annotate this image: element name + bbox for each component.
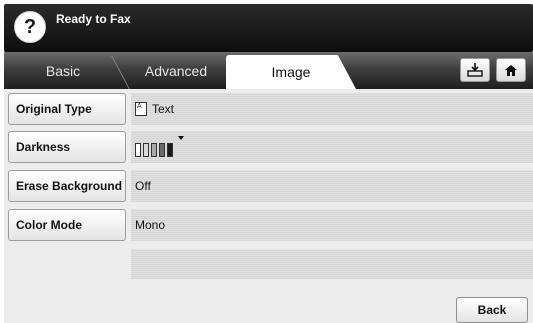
erase-background-value: Off — [131, 170, 533, 202]
darkness-button[interactable]: Darkness — [8, 131, 126, 163]
tab-advanced[interactable]: Advanced — [122, 52, 230, 89]
erase-background-text: Off — [135, 179, 151, 193]
home-button[interactable] — [496, 58, 526, 82]
color-mode-value: Mono — [131, 209, 533, 241]
status-bar: ? Ready to Fax — [4, 4, 533, 52]
tab-image[interactable]: Image — [226, 55, 356, 89]
color-mode-text: Mono — [135, 218, 166, 232]
question-mark-icon: ? — [23, 16, 37, 38]
home-icon — [505, 64, 517, 76]
empty-row — [131, 249, 533, 279]
tray-download-icon — [467, 63, 483, 77]
tab-basic[interactable]: Basic — [4, 52, 122, 89]
back-button[interactable]: Back — [456, 297, 528, 323]
darkness-marker-icon — [178, 136, 184, 140]
darkness-value — [131, 131, 533, 163]
original-type-text: Text — [152, 102, 175, 116]
darkness-bar — [167, 143, 173, 157]
fax-image-screen: ? Ready to Fax Basic Advanced Image Orig… — [0, 0, 533, 323]
darkness-bar — [143, 143, 149, 157]
original-type-button[interactable]: Original Type — [8, 93, 126, 125]
original-type-value: Text — [131, 93, 533, 125]
darkness-bar — [151, 143, 157, 157]
darkness-level-indicator — [135, 137, 173, 157]
darkness-bar — [135, 143, 141, 157]
tray-button[interactable] — [460, 58, 490, 82]
help-button[interactable]: ? — [14, 11, 46, 43]
erase-background-button[interactable]: Erase Background — [8, 170, 126, 202]
color-mode-button[interactable]: Color Mode — [8, 209, 126, 241]
darkness-bar — [159, 143, 165, 157]
tab-bar: Basic Advanced Image — [4, 52, 533, 89]
settings-panel: Original Type Text Darkness Erase Backgr… — [4, 89, 533, 323]
document-icon — [135, 102, 147, 116]
page-title: Ready to Fax — [56, 12, 131, 26]
